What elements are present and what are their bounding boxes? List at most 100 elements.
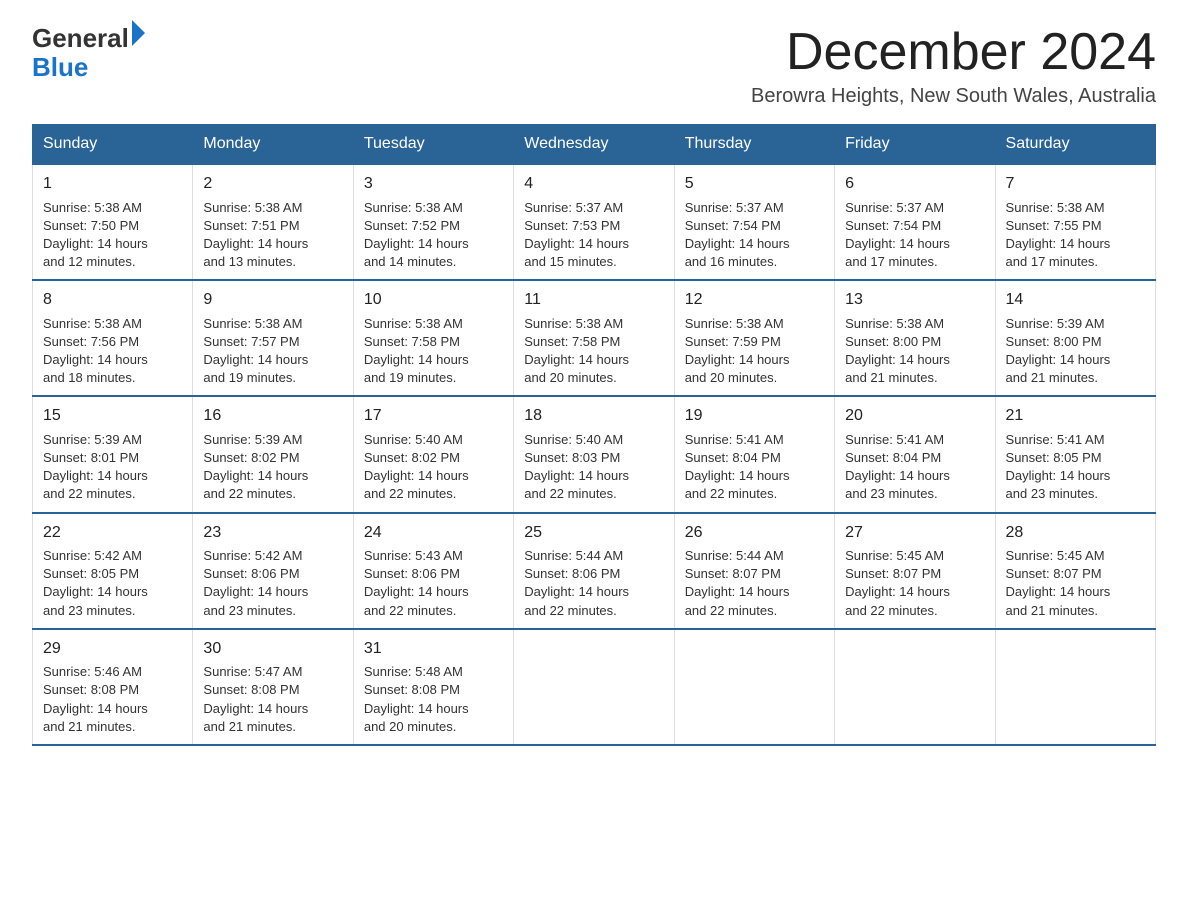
day-number: 21: [1006, 405, 1145, 427]
title-block: December 2024 Berowra Heights, New South…: [751, 24, 1156, 108]
calendar-cell: [995, 629, 1155, 745]
calendar-cell: 4Sunrise: 5:37 AMSunset: 7:53 PMDaylight…: [514, 164, 674, 280]
day-number: 7: [1006, 173, 1145, 195]
day-number: 17: [364, 405, 503, 427]
calendar-cell: 5 Sunrise: 5:37 AMSunset: 7:54 PMDaylight…: [674, 164, 834, 280]
day-number: 29: [43, 638, 182, 660]
calendar-cell: 30 Sunrise: 5:47 AMSunset: 8:08 PMDayligh…: [193, 629, 353, 745]
day-number: 13: [845, 289, 984, 311]
calendar-cell: [835, 629, 995, 745]
day-number: 14: [1006, 289, 1145, 311]
calendar-cell: 10 Sunrise: 5:38 AMSunset: 7:58 PMDayligh…: [353, 280, 513, 396]
day-number: 15: [43, 405, 182, 427]
sunrise-info: Sunrise: 5:41 AMSunset: 8:04 PMDaylight:…: [845, 432, 950, 502]
day-number: 6: [845, 173, 984, 195]
calendar-cell: 1Sunrise: 5:38 AMSunset: 7:50 PMDaylight…: [33, 164, 193, 280]
sunrise-info: Sunrise: 5:48 AMSunset: 8:08 PMDaylight:…: [364, 664, 469, 734]
day-number: 27: [845, 522, 984, 544]
calendar-cell: 8Sunrise: 5:38 AMSunset: 7:56 PMDaylight…: [33, 280, 193, 396]
weekday-header-thursday: Thursday: [674, 125, 834, 165]
weekday-header-row: SundayMondayTuesdayWednesdayThursdayFrid…: [33, 125, 1156, 165]
day-number: 4: [524, 173, 663, 195]
weekday-header-sunday: Sunday: [33, 125, 193, 165]
day-number: 3: [364, 173, 503, 195]
day-number: 20: [845, 405, 984, 427]
page-header: General Blue December 2024 Berowra Heigh…: [32, 24, 1156, 108]
day-number: 26: [685, 522, 824, 544]
calendar-cell: 22 Sunrise: 5:42 AMSunset: 8:05 PMDayligh…: [33, 513, 193, 629]
page-subtitle: Berowra Heights, New South Wales, Austra…: [751, 85, 1156, 108]
logo-blue: Blue: [32, 53, 145, 82]
weekday-header-monday: Monday: [193, 125, 353, 165]
calendar-cell: 7 Sunrise: 5:38 AMSunset: 7:55 PMDaylight…: [995, 164, 1155, 280]
sunrise-info: Sunrise: 5:38 AMSunset: 7:50 PMDaylight:…: [43, 200, 148, 270]
sunrise-info: Sunrise: 5:37 AMSunset: 7:54 PMDaylight:…: [685, 200, 790, 270]
sunrise-info: Sunrise: 5:38 AMSunset: 7:52 PMDaylight:…: [364, 200, 469, 270]
calendar-cell: 11 Sunrise: 5:38 AMSunset: 7:58 PMDayligh…: [514, 280, 674, 396]
week-row-1: 1Sunrise: 5:38 AMSunset: 7:50 PMDaylight…: [33, 164, 1156, 280]
sunrise-info: Sunrise: 5:38 AMSunset: 7:55 PMDaylight:…: [1006, 200, 1111, 270]
sunrise-info: Sunrise: 5:38 AMSunset: 7:58 PMDaylight:…: [524, 316, 629, 386]
sunrise-info: Sunrise: 5:37 AMSunset: 7:54 PMDaylight:…: [845, 200, 950, 270]
day-number: 11: [524, 289, 663, 311]
calendar-cell: 24Sunrise: 5:43 AMSunset: 8:06 PMDayligh…: [353, 513, 513, 629]
week-row-2: 8Sunrise: 5:38 AMSunset: 7:56 PMDaylight…: [33, 280, 1156, 396]
sunrise-info: Sunrise: 5:38 AMSunset: 7:51 PMDaylight:…: [203, 200, 308, 270]
day-number: 23: [203, 522, 342, 544]
logo-triangle-icon: [132, 20, 145, 46]
sunrise-info: Sunrise: 5:39 AMSunset: 8:01 PMDaylight:…: [43, 432, 148, 502]
weekday-header-friday: Friday: [835, 125, 995, 165]
sunrise-info: Sunrise: 5:40 AMSunset: 8:02 PMDaylight:…: [364, 432, 469, 502]
day-number: 5: [685, 173, 824, 195]
day-number: 12: [685, 289, 824, 311]
calendar-cell: [514, 629, 674, 745]
calendar-table: SundayMondayTuesdayWednesdayThursdayFrid…: [32, 124, 1156, 746]
week-row-5: 29 Sunrise: 5:46 AMSunset: 8:08 PMDayligh…: [33, 629, 1156, 745]
sunrise-info: Sunrise: 5:39 AMSunset: 8:02 PMDaylight:…: [203, 432, 308, 502]
sunrise-info: Sunrise: 5:44 AMSunset: 8:07 PMDaylight:…: [685, 548, 790, 618]
sunrise-info: Sunrise: 5:40 AMSunset: 8:03 PMDaylight:…: [524, 432, 629, 502]
logo-general: General: [32, 24, 129, 53]
day-number: 31: [364, 638, 503, 660]
calendar-cell: 16Sunrise: 5:39 AMSunset: 8:02 PMDayligh…: [193, 396, 353, 512]
sunrise-info: Sunrise: 5:38 AMSunset: 7:57 PMDaylight:…: [203, 316, 308, 386]
sunrise-info: Sunrise: 5:41 AMSunset: 8:05 PMDaylight:…: [1006, 432, 1111, 502]
calendar-cell: 20 Sunrise: 5:41 AMSunset: 8:04 PMDayligh…: [835, 396, 995, 512]
day-number: 10: [364, 289, 503, 311]
day-number: 22: [43, 522, 182, 544]
sunrise-info: Sunrise: 5:43 AMSunset: 8:06 PMDaylight:…: [364, 548, 469, 618]
day-number: 2: [203, 173, 342, 195]
calendar-cell: 26 Sunrise: 5:44 AMSunset: 8:07 PMDayligh…: [674, 513, 834, 629]
sunrise-info: Sunrise: 5:45 AMSunset: 8:07 PMDaylight:…: [845, 548, 950, 618]
sunrise-info: Sunrise: 5:45 AMSunset: 8:07 PMDaylight:…: [1006, 548, 1111, 618]
calendar-cell: 2 Sunrise: 5:38 AMSunset: 7:51 PMDaylight…: [193, 164, 353, 280]
sunrise-info: Sunrise: 5:41 AMSunset: 8:04 PMDaylight:…: [685, 432, 790, 502]
weekday-header-saturday: Saturday: [995, 125, 1155, 165]
week-row-4: 22 Sunrise: 5:42 AMSunset: 8:05 PMDayligh…: [33, 513, 1156, 629]
sunrise-info: Sunrise: 5:39 AMSunset: 8:00 PMDaylight:…: [1006, 316, 1111, 386]
logo: General Blue: [32, 24, 145, 81]
calendar-cell: [674, 629, 834, 745]
calendar-cell: 27 Sunrise: 5:45 AMSunset: 8:07 PMDayligh…: [835, 513, 995, 629]
calendar-cell: 23Sunrise: 5:42 AMSunset: 8:06 PMDayligh…: [193, 513, 353, 629]
sunrise-info: Sunrise: 5:46 AMSunset: 8:08 PMDaylight:…: [43, 664, 148, 734]
calendar-cell: 21 Sunrise: 5:41 AMSunset: 8:05 PMDayligh…: [995, 396, 1155, 512]
day-number: 28: [1006, 522, 1145, 544]
calendar-cell: 15 Sunrise: 5:39 AMSunset: 8:01 PMDayligh…: [33, 396, 193, 512]
calendar-cell: 29 Sunrise: 5:46 AMSunset: 8:08 PMDayligh…: [33, 629, 193, 745]
sunrise-info: Sunrise: 5:38 AMSunset: 7:58 PMDaylight:…: [364, 316, 469, 386]
sunrise-info: Sunrise: 5:38 AMSunset: 7:59 PMDaylight:…: [685, 316, 790, 386]
calendar-cell: 18Sunrise: 5:40 AMSunset: 8:03 PMDayligh…: [514, 396, 674, 512]
weekday-header-wednesday: Wednesday: [514, 125, 674, 165]
weekday-header-tuesday: Tuesday: [353, 125, 513, 165]
day-number: 25: [524, 522, 663, 544]
day-number: 19: [685, 405, 824, 427]
sunrise-info: Sunrise: 5:42 AMSunset: 8:05 PMDaylight:…: [43, 548, 148, 618]
calendar-cell: 12 Sunrise: 5:38 AMSunset: 7:59 PMDayligh…: [674, 280, 834, 396]
calendar-cell: 13Sunrise: 5:38 AMSunset: 8:00 PMDayligh…: [835, 280, 995, 396]
sunrise-info: Sunrise: 5:38 AMSunset: 7:56 PMDaylight:…: [43, 316, 148, 386]
calendar-cell: 31 Sunrise: 5:48 AMSunset: 8:08 PMDayligh…: [353, 629, 513, 745]
sunrise-info: Sunrise: 5:47 AMSunset: 8:08 PMDaylight:…: [203, 664, 308, 734]
day-number: 30: [203, 638, 342, 660]
calendar-cell: 3 Sunrise: 5:38 AMSunset: 7:52 PMDaylight…: [353, 164, 513, 280]
